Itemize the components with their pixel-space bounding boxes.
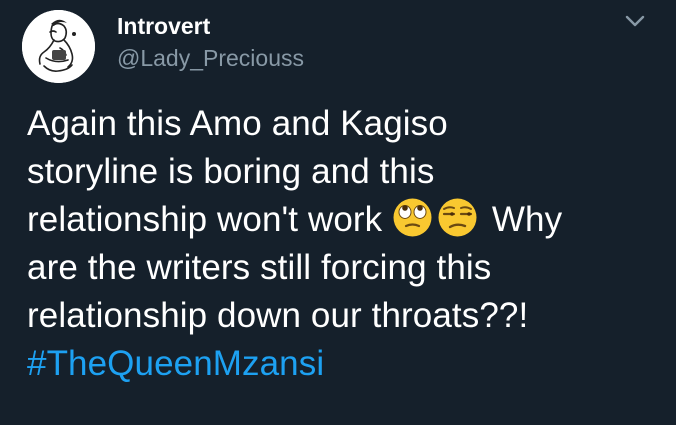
hashtag-line: #TheQueenMzansi — [27, 340, 657, 388]
tweet-text-segment: Why — [491, 200, 563, 239]
tweet-card[interactable]: Introvert @Lady_Preciouss Again this Amo… — [0, 0, 676, 425]
chevron-down-icon — [624, 14, 646, 33]
tweet-text-line: relationship down our throats??! — [27, 296, 529, 335]
tweet-text-segment: relationship won't work — [27, 200, 383, 239]
hashtag-link[interactable]: #TheQueenMzansi — [27, 344, 324, 383]
face-with-rolling-eyes-emoji — [392, 197, 433, 238]
unamused-face-emoji — [437, 197, 478, 238]
more-options-button[interactable] — [620, 10, 650, 36]
tweet-text-line: Again this Amo and Kagiso — [27, 104, 448, 143]
user-handle[interactable]: @Lady_Preciouss — [117, 44, 304, 72]
tweet-text-line-with-emoji: relationship won't work Why — [27, 196, 657, 244]
tweet-text: Again this Amo and Kagiso storyline is b… — [27, 100, 657, 388]
tweet-text-line: storyline is boring and this — [27, 152, 435, 191]
display-name[interactable]: Introvert — [117, 12, 210, 40]
tweet-text-line: are the writers still forcing this — [27, 248, 492, 287]
avatar[interactable] — [22, 10, 95, 83]
